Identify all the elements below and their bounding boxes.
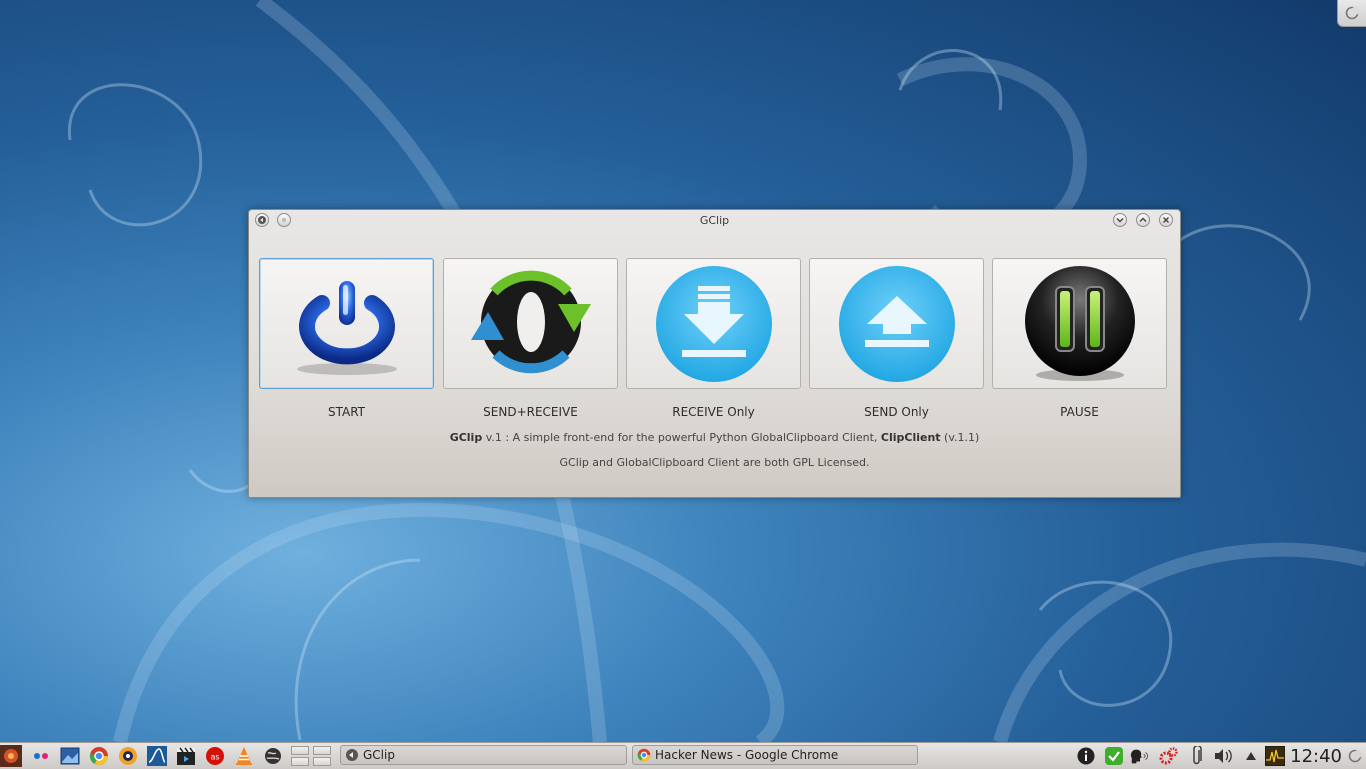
upload-arrow-icon <box>838 265 955 382</box>
paperclip-icon <box>1193 746 1202 765</box>
gears-icon <box>1159 747 1178 765</box>
image-icon <box>60 747 80 765</box>
vlc-cone-icon <box>236 747 252 765</box>
svg-text:as: as <box>210 753 219 762</box>
close-button[interactable] <box>1159 213 1173 227</box>
window-title: GClip <box>699 214 730 227</box>
vlc-launcher[interactable] <box>233 745 255 767</box>
receive-only-button[interactable] <box>626 258 801 389</box>
lastfm-launcher[interactable]: as <box>204 745 226 767</box>
system-settings-tray-button[interactable] <box>1158 745 1180 767</box>
waveform-icon <box>147 746 167 766</box>
maximize-button[interactable] <box>1136 213 1150 227</box>
chrome-icon <box>89 747 108 766</box>
chrome-launcher[interactable] <box>88 745 110 767</box>
task-gclip[interactable]: GClip <box>340 745 627 765</box>
minimize-button[interactable] <box>1113 213 1127 227</box>
sync-arrows-icon <box>470 270 591 373</box>
volume-tray-button[interactable] <box>1212 745 1234 767</box>
pause-label: PAUSE <box>1060 405 1099 419</box>
voice-tray-button[interactable] <box>1129 745 1151 767</box>
network-app-launcher[interactable] <box>262 745 284 767</box>
speaking-head-icon <box>1130 749 1149 764</box>
description-text: GClip v.1 : A simple front-end for the p… <box>249 431 1180 444</box>
toolbox-icon <box>1348 749 1362 763</box>
activity-monitor-icon <box>1265 746 1285 766</box>
power-icon <box>296 280 397 375</box>
send-only-label: SEND Only <box>864 405 929 419</box>
receive-only-label: RECEIVE Only <box>672 405 755 419</box>
desktop-4[interactable] <box>313 757 331 766</box>
image-viewer-launcher[interactable] <box>59 745 81 767</box>
flickr-launcher[interactable] <box>30 745 52 767</box>
info-tray-button[interactable] <box>1075 745 1097 767</box>
pause-button[interactable] <box>992 258 1167 389</box>
chevron-up-icon <box>1139 217 1147 222</box>
flickr-icon <box>34 753 48 759</box>
send-receive-label: SEND+RECEIVE <box>483 405 578 419</box>
clapperboard-icon <box>177 747 195 765</box>
eye-icon <box>119 747 137 765</box>
launcher-icon <box>4 749 18 763</box>
send-receive-button[interactable] <box>443 258 618 389</box>
desktop-toolbox-button[interactable] <box>1337 0 1366 27</box>
app-name: GClip <box>449 431 483 444</box>
desktop-3[interactable] <box>291 757 309 766</box>
system-monitor-tray-button[interactable] <box>1264 745 1286 767</box>
triangle-up-icon <box>1246 752 1256 760</box>
taskbar: as GClip Hacker News - Google Chrome 12:… <box>0 742 1366 769</box>
updates-tray-button[interactable] <box>1103 745 1125 767</box>
desktop-2[interactable] <box>313 746 331 755</box>
clock[interactable]: 12:40 <box>1290 746 1342 767</box>
panel-toolbox-button[interactable] <box>1344 745 1366 767</box>
client-name: ClipClient <box>880 431 941 444</box>
toolbox-icon <box>1345 6 1359 20</box>
license-text: GClip and GlobalClipboard Client are bot… <box>559 456 870 469</box>
download-arrow-icon <box>655 265 772 382</box>
start-label: START <box>327 405 366 419</box>
globe-icon <box>265 748 281 764</box>
chrome-icon <box>637 748 651 762</box>
gclip-window: GClip START SEND+RECEIVE RECEIVE Only SE… <box>248 209 1181 498</box>
close-icon <box>1163 217 1169 223</box>
task-chrome[interactable]: Hacker News - Google Chrome <box>632 745 918 765</box>
desktop-1[interactable] <box>291 746 309 755</box>
waveform-app-launcher[interactable] <box>146 745 168 767</box>
pause-icon <box>1024 265 1135 381</box>
kde-window-icon <box>346 749 358 761</box>
show-hidden-tray-button[interactable] <box>1240 745 1262 767</box>
clipboard-tray-button[interactable] <box>1186 745 1208 767</box>
start-button[interactable] <box>259 258 434 389</box>
task-gclip-label: GClip <box>363 748 395 762</box>
description-version: (v.1.1) <box>940 431 980 444</box>
lastfm-icon: as <box>206 747 224 765</box>
checkmark-shield-icon <box>1105 747 1123 765</box>
info-icon <box>1077 747 1095 765</box>
application-launcher-button[interactable] <box>0 745 22 767</box>
send-only-button[interactable] <box>809 258 984 389</box>
media-viewer-launcher[interactable] <box>117 745 139 767</box>
speaker-icon <box>1215 749 1232 763</box>
video-editor-launcher[interactable] <box>175 745 197 767</box>
task-chrome-label: Hacker News - Google Chrome <box>655 748 839 762</box>
window-titlebar[interactable]: GClip <box>249 210 1180 232</box>
chevron-down-icon <box>1116 218 1124 223</box>
description-part-1: v.1 : A simple front-end for the powerfu… <box>482 431 881 444</box>
